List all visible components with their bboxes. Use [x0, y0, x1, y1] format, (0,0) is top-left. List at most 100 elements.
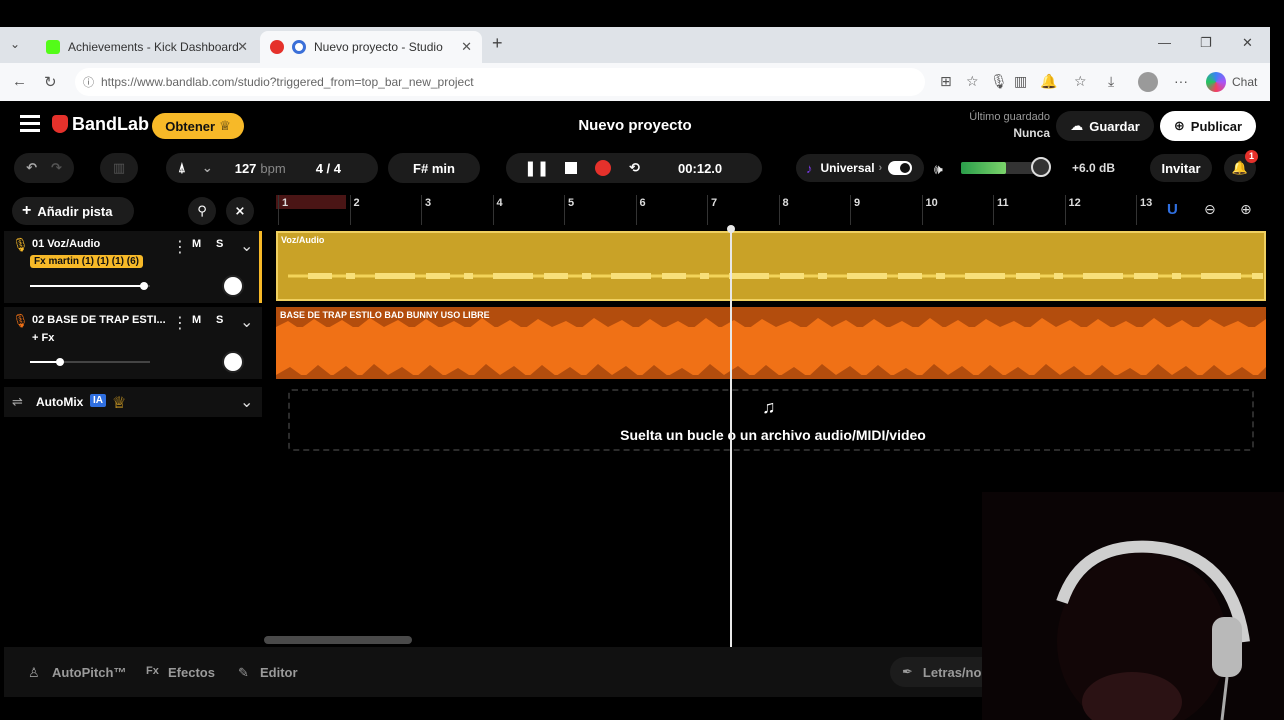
automix-row[interactable]: ⇌ AutoMix IA ♕ ⌄ [4, 387, 262, 417]
zoom-out-icon[interactable]: ⊖ [1204, 201, 1216, 218]
ruler-tick [993, 195, 994, 225]
project-title[interactable]: Nuevo proyecto [535, 117, 735, 134]
restore-icon[interactable]: ❐ [1200, 35, 1212, 51]
sliders-icon: ⇌ [12, 394, 23, 409]
track-header-2[interactable]: 🎙 02 BASE DE TRAP ESTI... ⋮ M S ⌄ + Fx [4, 307, 262, 379]
fx-chain-badge[interactable]: Fx martin (1) (1) (1) (6) [30, 255, 144, 268]
autopitch-button[interactable]: AutoPitch™ [52, 665, 126, 680]
profile-avatar[interactable] [1138, 72, 1158, 92]
loop-icon[interactable]: ⟲ [629, 160, 640, 176]
pencil-icon: ✎ [238, 665, 249, 680]
master-volume-db: +6.0 dB [1072, 161, 1116, 175]
browser-address-bar: ← ↻ ⓘ https://www.bandlab.com/studio?tri… [0, 63, 1270, 101]
stop-button[interactable] [565, 162, 578, 174]
tab-kick-dashboard[interactable]: Achievements - Kick Dashboard ✕ [36, 31, 258, 63]
redo-icon[interactable]: ↷ [51, 160, 62, 176]
close-tab-icon[interactable]: ✕ [461, 39, 472, 55]
back-icon[interactable]: ← [12, 73, 27, 90]
track-name[interactable]: 01 Voz/Audio [32, 238, 100, 250]
add-fx-button[interactable]: + Fx [32, 332, 54, 344]
ruler-tick [1064, 195, 1066, 225]
cloud-upload-icon: ☁ [1070, 118, 1084, 133]
magnet-snap-icon[interactable]: U [1167, 201, 1178, 218]
mute-button[interactable]: M [192, 238, 201, 250]
mute-button[interactable]: M [192, 314, 201, 326]
playhead[interactable] [727, 225, 735, 647]
track-name[interactable]: 02 BASE DE TRAP ESTI... [32, 314, 166, 326]
tab-list-chevron-icon[interactable]: ⌄ [10, 37, 20, 51]
site-info-icon[interactable]: ⓘ [83, 74, 94, 90]
drop-zone[interactable]: ♫ Suelta un bucle o un archivo audio/MID… [288, 389, 1254, 451]
effects-button[interactable]: Efectos [168, 665, 215, 680]
metronome-icon[interactable]: ⍋ [178, 160, 186, 176]
timeline-ruler[interactable]: 1 2 3 4 5 6 7 8 9 10 11 12 13 U ⊖ ⊕ [274, 193, 1266, 229]
ruler-bar-label: 9 [854, 197, 861, 209]
crown-icon: ♕ [112, 395, 127, 412]
chevron-down-icon[interactable]: ⌄ [240, 312, 253, 332]
pan-knob[interactable] [222, 351, 244, 373]
key-selector[interactable]: F# min [388, 153, 480, 183]
undo-redo-group: ↶ ↷ [14, 153, 74, 183]
transport-bar: ↶ ↷ ▥ ⍋ ⌄ 127 bpm 4 / 4 F# min ❚❚ ⟲ 00:12… [4, 150, 1266, 187]
speaker-icon[interactable]: 🕪 [934, 161, 943, 178]
track-more-icon[interactable]: ⋮ [172, 313, 188, 333]
track-more-icon[interactable]: ⋮ [172, 237, 188, 257]
notifications-button[interactable]: 🔔 1 [1224, 150, 1258, 182]
pause-button[interactable]: ❚❚ [524, 159, 549, 177]
new-tab-icon[interactable]: + [492, 33, 503, 54]
bandlab-logo-icon [52, 115, 68, 133]
pan-knob[interactable] [222, 275, 244, 297]
universal-toggle[interactable] [888, 161, 913, 175]
close-tab-icon[interactable]: ✕ [237, 39, 248, 55]
microphone-icon: 🎙 [12, 313, 29, 328]
minimize-icon[interactable]: — [1158, 35, 1171, 50]
chat-label[interactable]: Chat [1232, 75, 1257, 89]
invite-button[interactable]: Invitar [1150, 154, 1212, 182]
copilot-icon[interactable] [1206, 72, 1226, 92]
reading-view-icon[interactable]: ▥ [1014, 73, 1027, 90]
notification-badge: 1 [1245, 150, 1258, 163]
record-button[interactable] [595, 160, 612, 176]
keyboard-icon[interactable]: ▥ [100, 153, 138, 183]
url-field[interactable]: ⓘ https://www.bandlab.com/studio?trigger… [75, 68, 925, 96]
tab-nuevo-proyecto[interactable]: Nuevo proyecto - Studio ✕ [260, 31, 482, 63]
publish-button[interactable]: ⊕ Publicar [1160, 111, 1256, 141]
master-volume-knob[interactable] [1031, 157, 1051, 177]
save-button[interactable]: ☁ Guardar [1056, 111, 1154, 141]
favorite-star-icon[interactable]: ☆ [966, 73, 979, 90]
editor-button[interactable]: Editor [260, 665, 298, 680]
reload-icon[interactable]: ↻ [44, 73, 57, 91]
chevron-down-icon[interactable]: ⌄ [240, 392, 253, 412]
fx-icon: Fx [146, 665, 159, 677]
bell-icon: 🔔 [1231, 160, 1249, 175]
hamburger-menu-icon[interactable] [20, 115, 40, 132]
metronome-dropdown-icon[interactable]: ⌄ [202, 160, 213, 176]
get-button[interactable]: Obtener ♕ [152, 113, 244, 139]
tuning-fork-icon[interactable]: ⚲ [188, 197, 216, 225]
drop-zone-text: Suelta un bucle o un archivo audio/MIDI/… [620, 427, 926, 443]
bpm-value[interactable]: 127 [235, 161, 257, 176]
master-meter-fill [961, 162, 1007, 174]
favorites-icon[interactable]: ☆ [1074, 73, 1087, 90]
solo-button[interactable]: S [216, 238, 223, 250]
ruler-bar-label: 10 [925, 197, 938, 209]
horizontal-scrollbar[interactable] [264, 636, 412, 644]
apps-icon[interactable]: ⊞ [940, 73, 952, 90]
bell-icon[interactable]: 🔔 [1040, 73, 1057, 90]
zoom-in-icon[interactable]: ⊕ [1240, 201, 1252, 218]
time-signature[interactable]: 4 / 4 [316, 161, 341, 176]
more-menu-icon[interactable]: ··· [1174, 73, 1188, 89]
chevron-down-icon[interactable]: ⌄ [240, 236, 253, 256]
undo-icon[interactable]: ↶ [26, 160, 37, 176]
add-track-button[interactable]: + Añadir pista [12, 197, 134, 225]
audio-clip-base-trap[interactable]: BASE DE TRAP ESTILO BAD BUNNY USO LIBRE [276, 307, 1266, 379]
volume-slider[interactable] [30, 358, 150, 366]
downloads-icon[interactable]: ⤓ [1108, 73, 1114, 90]
close-window-icon[interactable]: ✕ [1242, 35, 1253, 51]
audio-clip-voz[interactable]: Voz/Audio [276, 231, 1266, 301]
collapse-icon[interactable]: ⨯ [226, 197, 254, 225]
microphone-icon[interactable]: 🎙 [990, 73, 1008, 90]
track-header-1[interactable]: 🎙 01 Voz/Audio ⋮ M S ⌄ Fx martin (1) (1)… [4, 231, 262, 303]
solo-button[interactable]: S [216, 314, 223, 326]
volume-slider[interactable] [30, 282, 150, 290]
